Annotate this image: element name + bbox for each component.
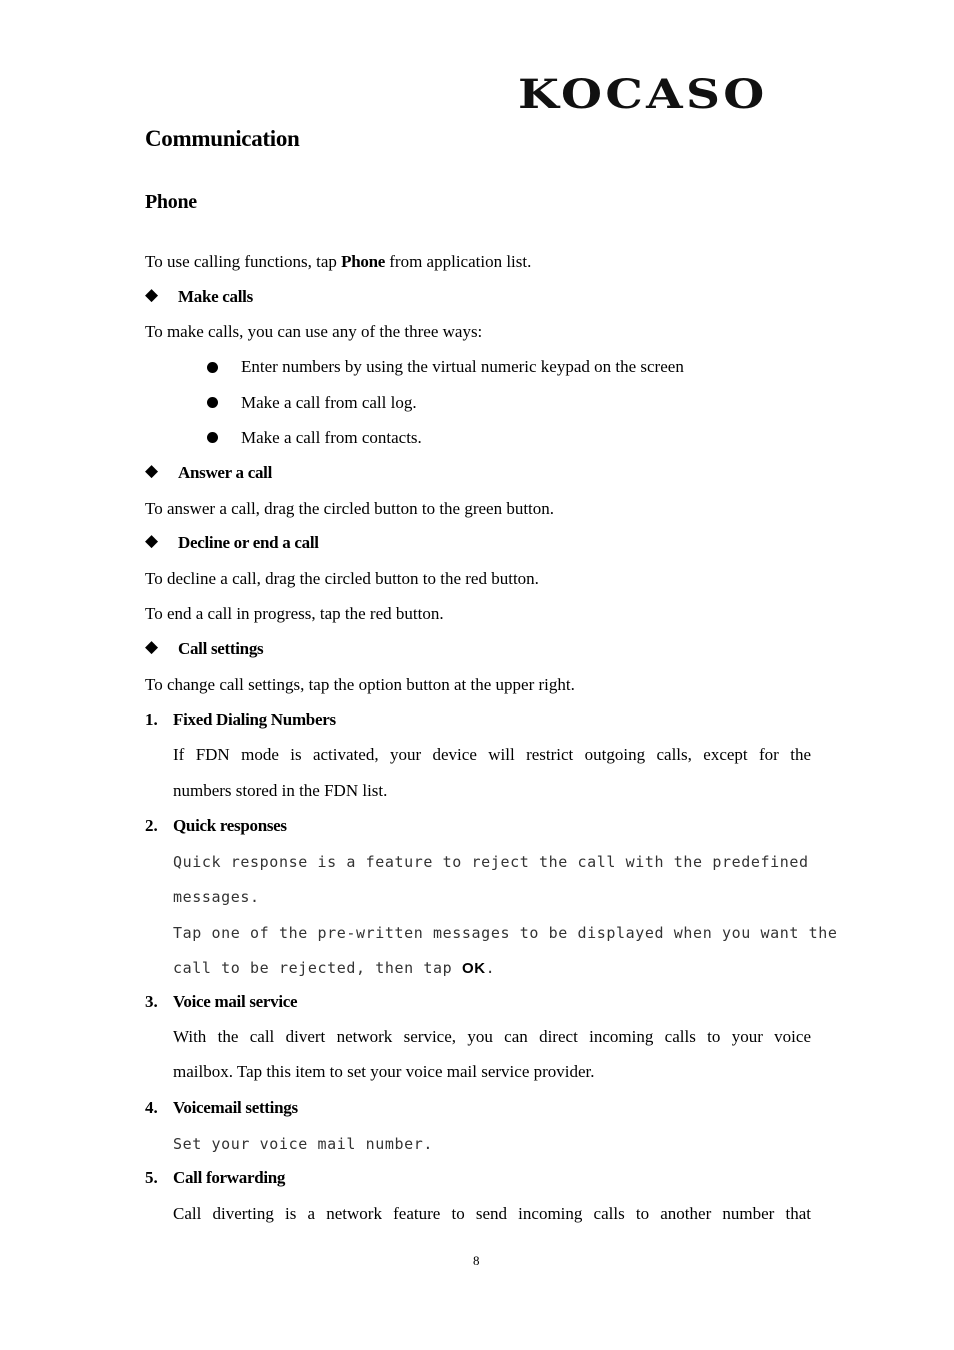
diamond-bullet-icon: ◆ <box>145 285 159 304</box>
quick-responses-text-line: call to be rejected, then tap OK. <box>173 958 495 979</box>
diamond-bullet-icon: ◆ <box>145 531 159 550</box>
list-item: Make a call from call log. <box>241 393 417 412</box>
decline-call-text: To decline a call, drag the circled butt… <box>145 569 539 588</box>
make-calls-heading: Make calls <box>178 287 253 306</box>
intro-paragraph: To use calling functions, tap Phone from… <box>145 252 531 272</box>
end-call-text: To end a call in progress, tap the red b… <box>145 604 444 623</box>
diamond-bullet-icon: ◆ <box>145 637 159 656</box>
list-item: Make a call from contacts. <box>241 428 422 447</box>
voice-mail-service-text-line: mailbox. Tap this item to set your voice… <box>173 1062 595 1081</box>
voicemail-settings-text: Set your voice mail number. <box>173 1135 434 1153</box>
list-item: Enter numbers by using the virtual numer… <box>241 357 684 376</box>
quick-responses-text-line: Quick response is a feature to reject th… <box>173 853 809 871</box>
page-number: 8 <box>473 1253 480 1268</box>
fdn-heading: Fixed Dialing Numbers <box>173 710 336 729</box>
fdn-text-line: numbers stored in the FDN list. <box>173 781 388 800</box>
fdn-text-line: If FDN mode is activated, your device wi… <box>173 745 811 764</box>
decline-call-heading: Decline or end a call <box>178 533 319 552</box>
item-number: 2. <box>145 816 158 835</box>
answer-call-text: To answer a call, drag the circled butto… <box>145 499 555 518</box>
page-title: Communication <box>145 126 300 151</box>
call-settings-text: To change call settings, tap the option … <box>145 675 575 694</box>
quick-responses-text-line: Tap one of the pre-written messages to b… <box>173 924 838 942</box>
item-number: 1. <box>145 710 158 729</box>
item-number: 5. <box>145 1168 158 1187</box>
intro-text-before: To use calling functions, tap <box>145 252 342 271</box>
quick-responses-text-line: messages. <box>173 888 260 906</box>
voice-mail-service-heading: Voice mail service <box>173 992 298 1011</box>
bullet-icon <box>207 362 218 373</box>
item-number: 3. <box>145 992 158 1011</box>
voice-mail-service-text-line: With the call divert network service, yo… <box>173 1027 811 1046</box>
make-calls-text: To make calls, you can use any of the th… <box>145 322 483 341</box>
item-number: 4. <box>145 1098 158 1117</box>
intro-text-after: from application list. <box>385 252 532 271</box>
bullet-icon <box>207 432 218 443</box>
intro-phone-keyword: Phone <box>341 252 385 271</box>
diamond-bullet-icon: ◆ <box>145 461 159 480</box>
call-forwarding-heading: Call forwarding <box>173 1168 286 1187</box>
ok-keyword: OK <box>461 960 486 977</box>
voicemail-settings-heading: Voicemail settings <box>173 1098 298 1117</box>
period: . <box>485 959 496 977</box>
kocaso-logo: KOCASO <box>518 71 768 118</box>
bullet-icon <box>207 397 218 408</box>
answer-call-heading: Answer a call <box>178 463 272 482</box>
section-heading: Phone <box>145 191 197 213</box>
quick-responses-heading: Quick responses <box>173 816 287 835</box>
quick-responses-text: call to be rejected, then tap <box>173 959 462 977</box>
call-forwarding-text-line: Call diverting is a network feature to s… <box>173 1204 811 1223</box>
call-settings-heading: Call settings <box>178 639 264 658</box>
